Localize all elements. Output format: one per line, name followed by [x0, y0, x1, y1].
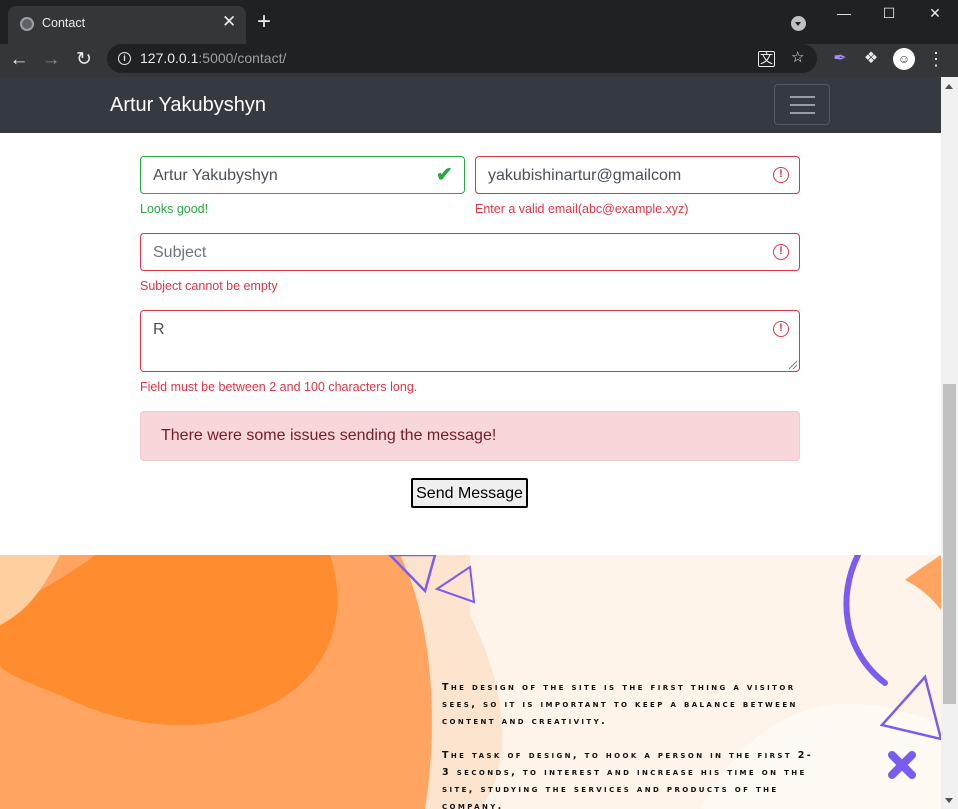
tab-close-icon[interactable]: ✕ [222, 13, 236, 30]
page-viewport: Artur Yakubyshyn Artur Yakubyshyn ✔ Look… [0, 77, 941, 809]
exclamation-circle-icon: ! [773, 321, 789, 337]
browser-tab[interactable]: Contact ✕ [8, 6, 246, 44]
name-feedback: Looks good! [140, 202, 209, 216]
subject-input[interactable]: Subject ! [140, 233, 800, 271]
message-textarea[interactable]: R ! [140, 310, 800, 372]
star-icon[interactable]: ☆ [791, 48, 804, 68]
new-tab-button[interactable]: + [257, 10, 271, 34]
footer-banner: The design of the site is the first thin… [0, 555, 941, 809]
globe-icon [20, 17, 34, 31]
arrow-left-icon[interactable]: ← [7, 48, 31, 72]
arrow-right-icon[interactable]: → [39, 48, 63, 72]
close-window-button[interactable]: ✕ [912, 2, 958, 24]
name-input[interactable]: Artur Yakubyshyn ✔ [140, 156, 465, 194]
translate-icon[interactable]: 文 [758, 51, 776, 67]
error-alert: There were some issues sending the messa… [140, 411, 800, 461]
tab-title: Contact [42, 16, 86, 30]
footer-paragraph: The task of design, to hook a person in … [442, 750, 814, 809]
info-icon[interactable]: i [118, 52, 131, 65]
hamburger-icon-bar [790, 96, 815, 98]
email-feedback: Enter a valid email(abc@example.xyz) [475, 202, 689, 216]
tab-search-icon[interactable] [791, 16, 806, 31]
kebab-menu-icon[interactable]: ⋮ [925, 48, 947, 70]
avatar-icon[interactable]: ☺ [893, 48, 915, 70]
scroll-up-arrow[interactable] [945, 84, 953, 89]
browser-toolbar: ← → ↻ i 127.0.0.1:5000/contact/ 文 ☆ ✒ ❖ … [0, 44, 958, 77]
scroll-thumb[interactable] [943, 384, 956, 704]
site-navbar: Artur Yakubyshyn [0, 77, 941, 133]
feather-icon[interactable]: ✒ [829, 48, 851, 70]
subject-feedback: Subject cannot be empty [140, 279, 278, 293]
navbar-brand[interactable]: Artur Yakubyshyn [110, 94, 266, 117]
scroll-down-arrow[interactable] [945, 798, 953, 803]
minimize-button[interactable]: — [821, 2, 867, 24]
footer-paragraph: The design of the site is the first thin… [442, 682, 798, 727]
check-icon: ✔ [436, 164, 453, 186]
hamburger-icon-bar [790, 112, 815, 114]
footer-text: The design of the site is the first thin… [442, 679, 822, 809]
hamburger-icon-bar [790, 104, 815, 106]
exclamation-circle-icon: ! [773, 167, 789, 183]
address-bar[interactable]: i 127.0.0.1:5000/contact/ 文 ☆ [107, 44, 817, 73]
url-text[interactable]: 127.0.0.1:5000/contact/ [140, 50, 286, 66]
maximize-button[interactable]: ☐ [866, 2, 912, 24]
browser-tabstrip: Contact ✕ + — ☐ ✕ [0, 0, 958, 44]
navbar-toggler-button[interactable] [774, 84, 830, 125]
email-input[interactable]: yakubishinartur@gmailcom ! [475, 156, 800, 194]
alert-text: There were some issues sending the messa… [161, 427, 497, 444]
puzzle-icon[interactable]: ❖ [860, 48, 882, 70]
exclamation-circle-icon: ! [773, 244, 789, 260]
send-message-button[interactable]: Send Message [411, 478, 528, 508]
resize-handle[interactable] [789, 361, 797, 369]
reload-icon[interactable]: ↻ [72, 48, 96, 72]
message-feedback: Field must be between 2 and 100 characte… [140, 380, 418, 394]
page-scrollbar[interactable] [941, 77, 958, 809]
